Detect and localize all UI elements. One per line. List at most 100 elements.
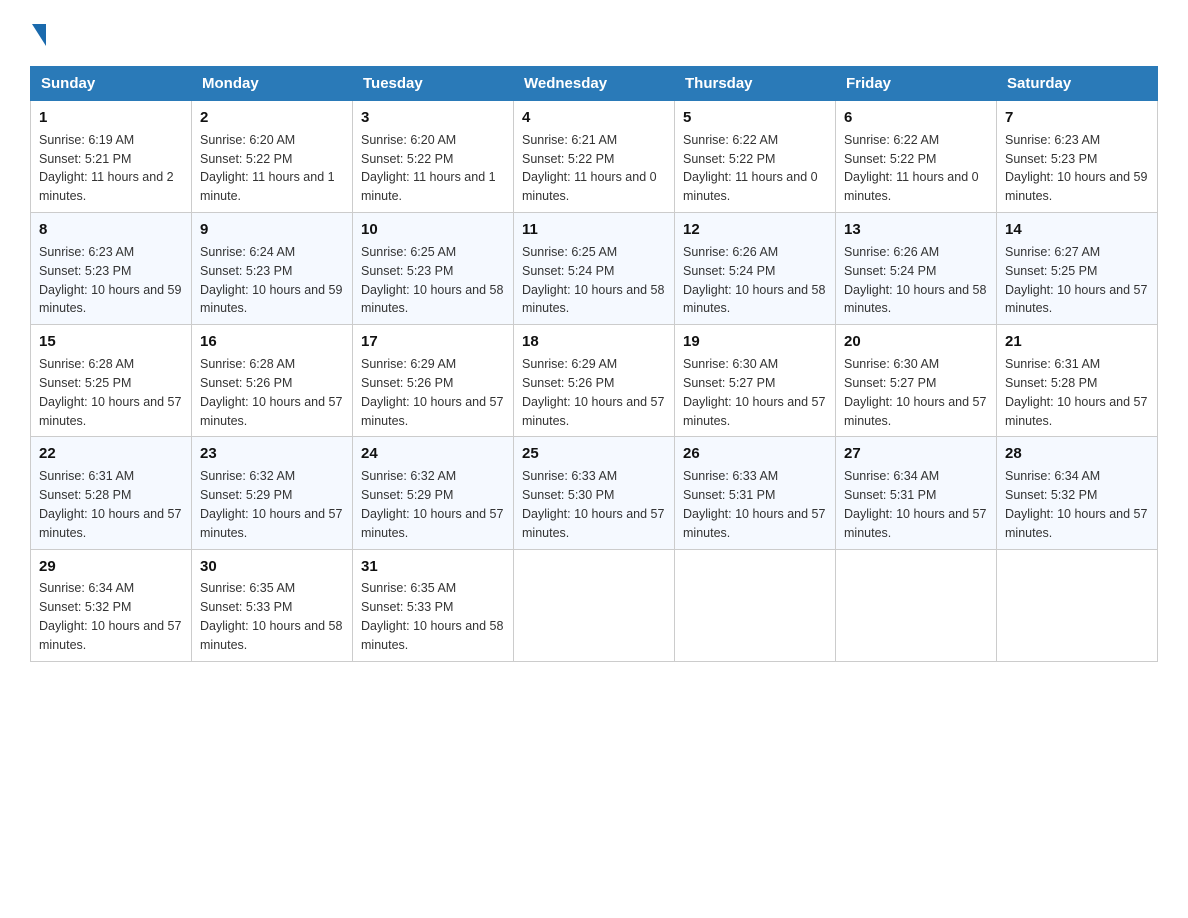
calendar-day-cell: 27 Sunrise: 6:34 AMSunset: 5:31 PMDaylig…	[836, 437, 997, 549]
calendar-week-row: 15 Sunrise: 6:28 AMSunset: 5:25 PMDaylig…	[31, 325, 1158, 437]
day-info: Sunrise: 6:25 AMSunset: 5:24 PMDaylight:…	[522, 245, 664, 316]
calendar-day-cell: 4 Sunrise: 6:21 AMSunset: 5:22 PMDayligh…	[514, 101, 675, 213]
calendar-header-row: SundayMondayTuesdayWednesdayThursdayFrid…	[31, 67, 1158, 101]
calendar-day-cell: 9 Sunrise: 6:24 AMSunset: 5:23 PMDayligh…	[192, 213, 353, 325]
day-info: Sunrise: 6:32 AMSunset: 5:29 PMDaylight:…	[361, 469, 503, 540]
day-info: Sunrise: 6:24 AMSunset: 5:23 PMDaylight:…	[200, 245, 342, 316]
calendar-day-cell: 28 Sunrise: 6:34 AMSunset: 5:32 PMDaylig…	[997, 437, 1158, 549]
calendar-week-row: 1 Sunrise: 6:19 AMSunset: 5:21 PMDayligh…	[31, 101, 1158, 213]
col-header-tuesday: Tuesday	[353, 67, 514, 101]
calendar-day-cell: 24 Sunrise: 6:32 AMSunset: 5:29 PMDaylig…	[353, 437, 514, 549]
day-info: Sunrise: 6:34 AMSunset: 5:32 PMDaylight:…	[1005, 469, 1147, 540]
day-info: Sunrise: 6:23 AMSunset: 5:23 PMDaylight:…	[39, 245, 181, 316]
day-number: 20	[844, 331, 988, 353]
day-number: 3	[361, 107, 505, 129]
day-info: Sunrise: 6:31 AMSunset: 5:28 PMDaylight:…	[39, 469, 181, 540]
day-number: 14	[1005, 219, 1149, 241]
logo	[30, 20, 46, 46]
day-info: Sunrise: 6:34 AMSunset: 5:31 PMDaylight:…	[844, 469, 986, 540]
day-number: 13	[844, 219, 988, 241]
calendar-day-cell: 2 Sunrise: 6:20 AMSunset: 5:22 PMDayligh…	[192, 101, 353, 213]
col-header-saturday: Saturday	[997, 67, 1158, 101]
calendar-day-cell: 30 Sunrise: 6:35 AMSunset: 5:33 PMDaylig…	[192, 549, 353, 661]
day-number: 4	[522, 107, 666, 129]
day-info: Sunrise: 6:22 AMSunset: 5:22 PMDaylight:…	[844, 133, 979, 204]
day-number: 11	[522, 219, 666, 241]
day-number: 7	[1005, 107, 1149, 129]
day-number: 12	[683, 219, 827, 241]
day-number: 27	[844, 443, 988, 465]
day-info: Sunrise: 6:26 AMSunset: 5:24 PMDaylight:…	[844, 245, 986, 316]
calendar-day-cell	[997, 549, 1158, 661]
day-number: 8	[39, 219, 183, 241]
logo-top	[30, 20, 46, 46]
day-number: 9	[200, 219, 344, 241]
logo-arrow-icon	[32, 24, 46, 46]
calendar-day-cell: 23 Sunrise: 6:32 AMSunset: 5:29 PMDaylig…	[192, 437, 353, 549]
day-number: 16	[200, 331, 344, 353]
day-info: Sunrise: 6:31 AMSunset: 5:28 PMDaylight:…	[1005, 357, 1147, 428]
day-number: 30	[200, 556, 344, 578]
day-number: 18	[522, 331, 666, 353]
calendar-day-cell: 21 Sunrise: 6:31 AMSunset: 5:28 PMDaylig…	[997, 325, 1158, 437]
day-info: Sunrise: 6:23 AMSunset: 5:23 PMDaylight:…	[1005, 133, 1147, 204]
col-header-friday: Friday	[836, 67, 997, 101]
calendar-table: SundayMondayTuesdayWednesdayThursdayFrid…	[30, 66, 1158, 662]
calendar-day-cell: 17 Sunrise: 6:29 AMSunset: 5:26 PMDaylig…	[353, 325, 514, 437]
calendar-day-cell: 14 Sunrise: 6:27 AMSunset: 5:25 PMDaylig…	[997, 213, 1158, 325]
calendar-week-row: 22 Sunrise: 6:31 AMSunset: 5:28 PMDaylig…	[31, 437, 1158, 549]
day-number: 29	[39, 556, 183, 578]
calendar-day-cell	[514, 549, 675, 661]
day-number: 28	[1005, 443, 1149, 465]
day-info: Sunrise: 6:28 AMSunset: 5:25 PMDaylight:…	[39, 357, 181, 428]
day-info: Sunrise: 6:35 AMSunset: 5:33 PMDaylight:…	[361, 581, 503, 652]
calendar-day-cell: 11 Sunrise: 6:25 AMSunset: 5:24 PMDaylig…	[514, 213, 675, 325]
calendar-day-cell: 12 Sunrise: 6:26 AMSunset: 5:24 PMDaylig…	[675, 213, 836, 325]
calendar-day-cell: 19 Sunrise: 6:30 AMSunset: 5:27 PMDaylig…	[675, 325, 836, 437]
calendar-day-cell: 7 Sunrise: 6:23 AMSunset: 5:23 PMDayligh…	[997, 101, 1158, 213]
day-info: Sunrise: 6:22 AMSunset: 5:22 PMDaylight:…	[683, 133, 818, 204]
day-number: 19	[683, 331, 827, 353]
calendar-day-cell: 6 Sunrise: 6:22 AMSunset: 5:22 PMDayligh…	[836, 101, 997, 213]
day-info: Sunrise: 6:30 AMSunset: 5:27 PMDaylight:…	[683, 357, 825, 428]
day-info: Sunrise: 6:27 AMSunset: 5:25 PMDaylight:…	[1005, 245, 1147, 316]
day-info: Sunrise: 6:25 AMSunset: 5:23 PMDaylight:…	[361, 245, 503, 316]
day-number: 26	[683, 443, 827, 465]
day-info: Sunrise: 6:20 AMSunset: 5:22 PMDaylight:…	[200, 133, 335, 204]
day-number: 17	[361, 331, 505, 353]
col-header-sunday: Sunday	[31, 67, 192, 101]
day-info: Sunrise: 6:33 AMSunset: 5:31 PMDaylight:…	[683, 469, 825, 540]
day-info: Sunrise: 6:29 AMSunset: 5:26 PMDaylight:…	[522, 357, 664, 428]
day-number: 5	[683, 107, 827, 129]
calendar-week-row: 8 Sunrise: 6:23 AMSunset: 5:23 PMDayligh…	[31, 213, 1158, 325]
calendar-day-cell	[836, 549, 997, 661]
calendar-day-cell: 25 Sunrise: 6:33 AMSunset: 5:30 PMDaylig…	[514, 437, 675, 549]
day-info: Sunrise: 6:30 AMSunset: 5:27 PMDaylight:…	[844, 357, 986, 428]
day-number: 6	[844, 107, 988, 129]
calendar-day-cell: 8 Sunrise: 6:23 AMSunset: 5:23 PMDayligh…	[31, 213, 192, 325]
calendar-day-cell: 13 Sunrise: 6:26 AMSunset: 5:24 PMDaylig…	[836, 213, 997, 325]
day-info: Sunrise: 6:26 AMSunset: 5:24 PMDaylight:…	[683, 245, 825, 316]
day-number: 24	[361, 443, 505, 465]
calendar-day-cell: 1 Sunrise: 6:19 AMSunset: 5:21 PMDayligh…	[31, 101, 192, 213]
day-info: Sunrise: 6:33 AMSunset: 5:30 PMDaylight:…	[522, 469, 664, 540]
day-number: 22	[39, 443, 183, 465]
day-info: Sunrise: 6:35 AMSunset: 5:33 PMDaylight:…	[200, 581, 342, 652]
calendar-day-cell: 5 Sunrise: 6:22 AMSunset: 5:22 PMDayligh…	[675, 101, 836, 213]
calendar-day-cell: 3 Sunrise: 6:20 AMSunset: 5:22 PMDayligh…	[353, 101, 514, 213]
day-info: Sunrise: 6:28 AMSunset: 5:26 PMDaylight:…	[200, 357, 342, 428]
calendar-day-cell: 15 Sunrise: 6:28 AMSunset: 5:25 PMDaylig…	[31, 325, 192, 437]
day-info: Sunrise: 6:32 AMSunset: 5:29 PMDaylight:…	[200, 469, 342, 540]
calendar-day-cell: 31 Sunrise: 6:35 AMSunset: 5:33 PMDaylig…	[353, 549, 514, 661]
page-header	[30, 20, 1158, 46]
col-header-thursday: Thursday	[675, 67, 836, 101]
day-number: 25	[522, 443, 666, 465]
calendar-day-cell: 20 Sunrise: 6:30 AMSunset: 5:27 PMDaylig…	[836, 325, 997, 437]
calendar-day-cell: 16 Sunrise: 6:28 AMSunset: 5:26 PMDaylig…	[192, 325, 353, 437]
day-info: Sunrise: 6:29 AMSunset: 5:26 PMDaylight:…	[361, 357, 503, 428]
day-info: Sunrise: 6:19 AMSunset: 5:21 PMDaylight:…	[39, 133, 174, 204]
col-header-wednesday: Wednesday	[514, 67, 675, 101]
calendar-week-row: 29 Sunrise: 6:34 AMSunset: 5:32 PMDaylig…	[31, 549, 1158, 661]
calendar-day-cell: 10 Sunrise: 6:25 AMSunset: 5:23 PMDaylig…	[353, 213, 514, 325]
day-info: Sunrise: 6:20 AMSunset: 5:22 PMDaylight:…	[361, 133, 496, 204]
